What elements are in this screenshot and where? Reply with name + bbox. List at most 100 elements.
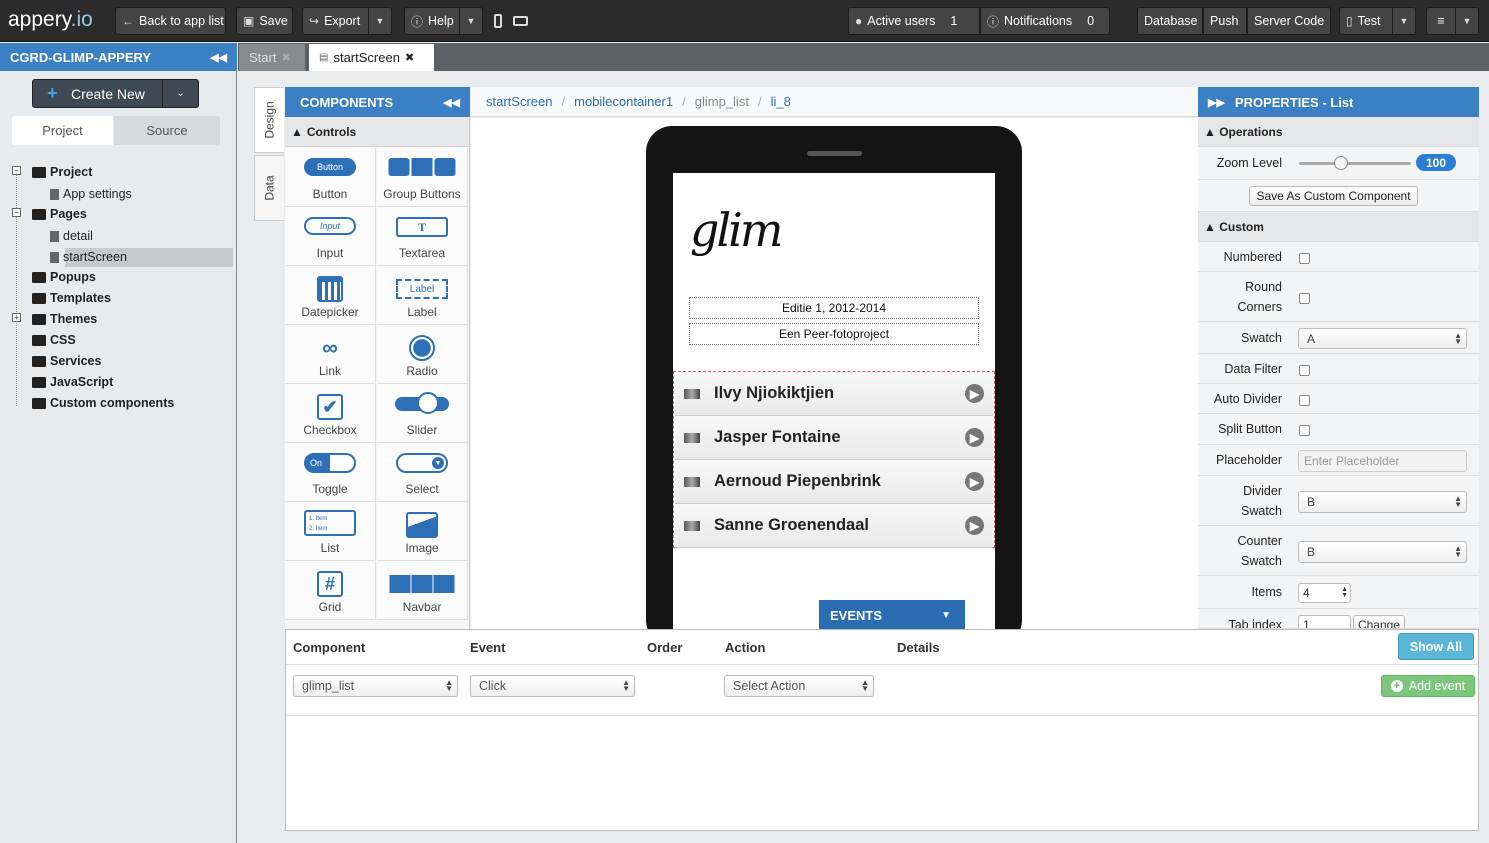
help-button[interactable]: ⓘ Help (404, 7, 460, 35)
divider-swatch-select[interactable]: B ▲ ▼ (1298, 491, 1467, 513)
back-to-app-list-button[interactable]: ← Back to app list (115, 7, 226, 35)
component-grid[interactable]: # Grid (285, 561, 376, 620)
collapse-left-icon[interactable]: ◀◀ (210, 51, 227, 64)
collapse-toggle[interactable]: − (12, 208, 21, 217)
tab-design[interactable]: Design (254, 87, 284, 153)
tree-page-detail[interactable]: detail (50, 229, 93, 243)
tree-page-startscreen[interactable]: startScreen (50, 250, 127, 264)
component-link[interactable]: ∞ Link (285, 325, 376, 384)
save-button[interactable]: ▣ Save (236, 7, 293, 35)
thumbnail-image (684, 520, 700, 531)
collapse-toggle[interactable]: − (12, 166, 21, 175)
tree-popups[interactable]: Popups (32, 270, 96, 284)
stepper-arrows-icon[interactable]: ▲ ▼ (1341, 586, 1348, 599)
close-icon[interactable]: ✖ (281, 51, 290, 64)
glimp-logo-image[interactable]: glim (690, 200, 783, 260)
component-select[interactable]: glimp_list ▲ ▼ (293, 675, 458, 697)
collapse-left-icon[interactable]: ◀◀ (443, 96, 460, 109)
counter-swatch-select[interactable]: B ▲ ▼ (1298, 541, 1467, 563)
numbered-checkbox[interactable] (1299, 253, 1310, 264)
breadcrumb-item[interactable]: startScreen (486, 94, 552, 109)
component-toggle[interactable]: On Toggle (285, 443, 376, 502)
component-navbar[interactable]: Navbar (377, 561, 468, 620)
component-datepicker[interactable]: Datepicker (285, 266, 376, 325)
operations-section-header[interactable]: ▲ Operations (1198, 117, 1479, 147)
tree-css[interactable]: CSS (32, 333, 76, 347)
show-all-button[interactable]: Show All (1398, 633, 1474, 660)
tab-startscreen[interactable]: ▤ startScreen ✖ (309, 44, 434, 71)
edition-label[interactable]: Editie 1, 2012-2014 (689, 297, 979, 319)
tablet-landscape-icon[interactable] (513, 16, 528, 26)
tab-data[interactable]: Data (254, 155, 284, 221)
list-item[interactable]: Jasper Fontaine ▶ (675, 416, 993, 460)
tree-templates[interactable]: Templates (32, 291, 111, 305)
database-button[interactable]: Database (1137, 7, 1203, 35)
push-button[interactable]: Push (1203, 7, 1247, 35)
placeholder-input[interactable]: Enter Placeholder (1298, 450, 1467, 472)
main-menu-button[interactable]: ≡ (1426, 7, 1456, 35)
controls-section-header[interactable]: ▲ Controls (285, 117, 469, 147)
round-corners-checkbox[interactable] (1299, 293, 1310, 304)
component-radio[interactable]: Radio (377, 325, 468, 384)
create-new-button[interactable]: + Create New ⌄ (32, 79, 199, 108)
breadcrumb-item[interactable]: glimp_list (695, 94, 749, 109)
list-item[interactable]: Sanne Groenendaal ▶ (675, 504, 993, 548)
zoom-slider-track[interactable] (1299, 162, 1411, 165)
tree-app-settings[interactable]: App settings (50, 187, 132, 201)
main-menu-dropdown-button[interactable]: ▼ (1455, 7, 1479, 35)
close-icon[interactable]: ✖ (405, 51, 414, 64)
tree-themes[interactable]: Themes (32, 312, 97, 326)
tree-services[interactable]: Services (32, 354, 101, 368)
add-event-button[interactable]: + Add event (1381, 675, 1475, 697)
event-select[interactable]: Click ▲ ▼ (470, 675, 635, 697)
component-slider[interactable]: Slider (377, 384, 468, 443)
component-group-buttons[interactable]: Group Buttons (377, 148, 468, 207)
help-dropdown-button[interactable]: ▼ (459, 7, 483, 35)
breadcrumb-item[interactable]: li_8 (771, 94, 791, 109)
list-item[interactable]: Ilvy Njiokiktjien ▶ (675, 372, 993, 416)
change-button[interactable]: Change (1353, 615, 1405, 628)
export-button[interactable]: ↪ Export (302, 7, 369, 35)
component-button[interactable]: Button Button (285, 148, 376, 207)
tree-custom-components[interactable]: Custom components (32, 396, 174, 410)
items-stepper[interactable]: 4 ▲ ▼ (1298, 583, 1351, 603)
test-button[interactable]: ▯ Test (1339, 7, 1393, 35)
expand-right-icon[interactable]: ▶▶ (1208, 96, 1225, 109)
chevron-down-icon[interactable]: ⌄ (162, 80, 198, 107)
notifications-button[interactable]: ⓘ Notifications 0 (980, 7, 1110, 35)
tree-pages[interactable]: Pages (32, 207, 87, 221)
data-filter-checkbox[interactable] (1299, 365, 1310, 376)
tab-project[interactable]: Project (12, 116, 113, 145)
zoom-slider-handle[interactable] (1334, 156, 1348, 170)
tab-source[interactable]: Source (114, 116, 220, 145)
swatch-select[interactable]: A ▲ ▼ (1298, 328, 1467, 349)
component-image[interactable]: Image (377, 502, 468, 561)
action-select[interactable]: Select Action ▲ ▼ (724, 675, 874, 697)
list-item[interactable]: Aernoud Piepenbrink ▶ (675, 460, 993, 504)
component-checkbox[interactable]: ✔ Checkbox (285, 384, 376, 443)
save-as-custom-component-button[interactable]: Save As Custom Component (1249, 186, 1418, 206)
component-select[interactable]: ▼ Select (377, 443, 468, 502)
component-label[interactable]: Label Label (377, 266, 468, 325)
tab-start[interactable]: Start ✖ (239, 44, 305, 71)
active-users-button[interactable]: ● Active users 1 (848, 7, 980, 35)
phone-portrait-icon[interactable] (494, 14, 502, 28)
appery-logo[interactable]: appery.io (8, 8, 93, 32)
column-header-details: Details (897, 640, 940, 655)
component-textarea[interactable]: T Textarea (377, 207, 468, 266)
events-button[interactable]: EVENTS ▼ (819, 600, 965, 630)
tree-project[interactable]: Project (32, 165, 92, 179)
expand-toggle[interactable]: + (12, 313, 21, 322)
test-dropdown-button[interactable]: ▼ (1392, 7, 1416, 35)
subtitle-label[interactable]: Een Peer-fotoproject (689, 323, 979, 345)
custom-section-header[interactable]: ▲ Custom (1198, 212, 1479, 242)
tab-index-input[interactable]: 1 (1298, 615, 1351, 628)
export-dropdown-button[interactable]: ▼ (368, 7, 392, 35)
split-button-checkbox[interactable] (1299, 425, 1310, 436)
server-code-button[interactable]: Server Code (1247, 7, 1331, 35)
auto-divider-checkbox[interactable] (1299, 395, 1310, 406)
tree-javascript[interactable]: JavaScript (32, 375, 113, 389)
component-input[interactable]: Input Input (285, 207, 376, 266)
breadcrumb-item[interactable]: mobilecontainer1 (574, 94, 673, 109)
component-list[interactable]: 1. Item 2. Item List (285, 502, 376, 561)
